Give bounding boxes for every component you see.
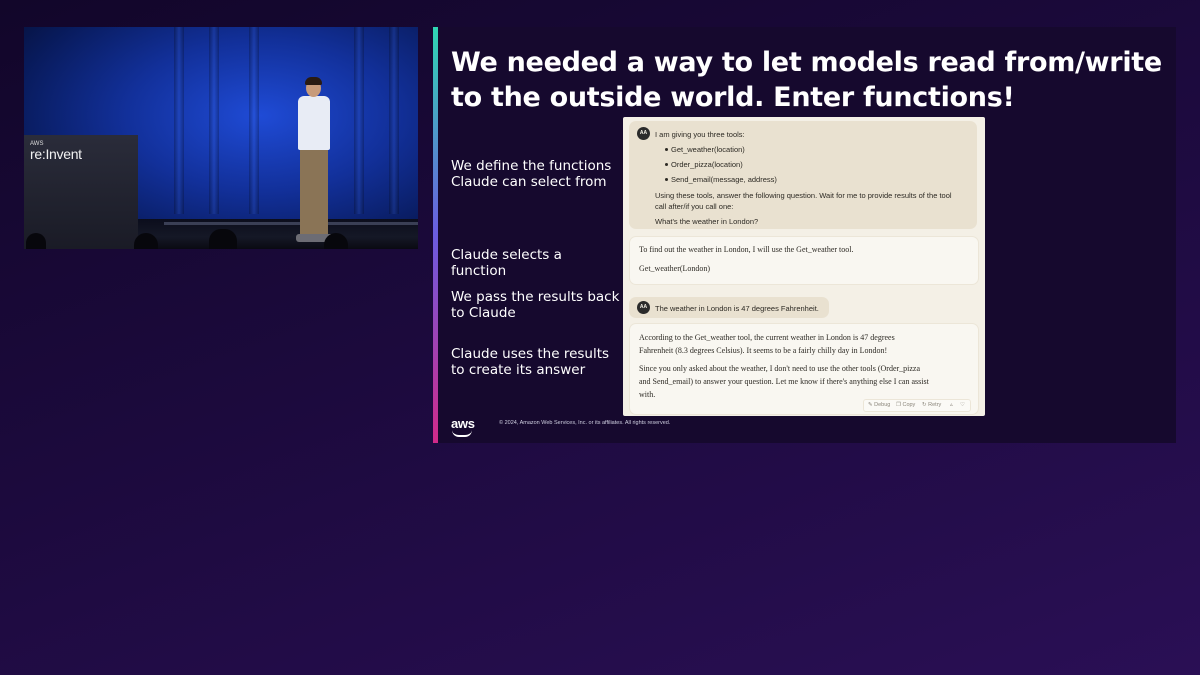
aws-smile-icon bbox=[452, 430, 472, 437]
bullet-icon bbox=[665, 178, 668, 181]
slide-accent-bar bbox=[433, 27, 438, 443]
reply-text: with. bbox=[639, 390, 656, 399]
user-avatar: AA bbox=[637, 127, 650, 140]
event-logo: re:Invent bbox=[30, 146, 82, 162]
copy-button[interactable]: ❐ Copy bbox=[896, 402, 915, 408]
debug-button[interactable]: ✎ Debug bbox=[868, 402, 890, 408]
step-pass-results: We pass the results back to Claude bbox=[451, 289, 620, 321]
prompt-question: What's the weather in London? bbox=[655, 217, 759, 226]
step-create-answer: Claude uses the results to create its an… bbox=[451, 346, 610, 378]
prompt-instruction: Using these tools, answer the following … bbox=[655, 191, 952, 200]
audience-head bbox=[26, 233, 46, 249]
slide-title: We needed a way to let models read from/… bbox=[451, 47, 1162, 113]
reply-text: According to the Get_weather tool, the c… bbox=[639, 333, 895, 342]
reply-text: To find out the weather in London, I wil… bbox=[639, 245, 854, 254]
curtain bbox=[209, 27, 219, 214]
aws-logo-text: aws bbox=[451, 416, 475, 431]
tool-item: Order_pizza(location) bbox=[671, 160, 743, 169]
prompt-instruction: call after/if you call one: bbox=[655, 202, 734, 211]
audience-head bbox=[209, 229, 237, 249]
step-define-functions: We define the functions Claude can selec… bbox=[451, 158, 612, 190]
tool-item: Send_email(message, address) bbox=[671, 175, 777, 184]
chat-window: AA I am giving you three tools: Get_weat… bbox=[623, 117, 985, 416]
reply-text: Fahrenheit (8.3 degrees Celsius). It see… bbox=[639, 346, 888, 355]
bullet-icon bbox=[665, 148, 668, 151]
tool-item: Get_weather(location) bbox=[671, 145, 745, 154]
speaker bbox=[292, 77, 338, 247]
assistant-message: To find out the weather in London, I wil… bbox=[629, 236, 979, 285]
curtain bbox=[389, 27, 399, 214]
copyright-text: © 2024, Amazon Web Services, Inc. or its… bbox=[499, 420, 671, 426]
tool-result-message: AA The weather in London is 47 degrees F… bbox=[629, 297, 829, 318]
reply-text: Since you only asked about the weather, … bbox=[639, 364, 921, 373]
curtain bbox=[174, 27, 184, 214]
stage-edge bbox=[164, 222, 418, 225]
curtain bbox=[354, 27, 364, 214]
retry-button[interactable]: ↻ Retry bbox=[922, 402, 941, 408]
tool-result-text: The weather in London is 47 degrees Fahr… bbox=[655, 304, 819, 313]
speaker-video: AWS re:Invent bbox=[24, 27, 418, 249]
curtain bbox=[249, 27, 259, 214]
user-message: AA I am giving you three tools: Get_weat… bbox=[629, 121, 977, 229]
user-avatar: AA bbox=[637, 301, 650, 314]
presentation-slide: We needed a way to let models read from/… bbox=[433, 27, 1176, 443]
aws-logo: aws bbox=[451, 416, 475, 437]
message-actions: ✎ Debug ❐ Copy ↻ Retry ▵ ♡ bbox=[863, 399, 971, 412]
reply-text: and Send_email) to answer your question.… bbox=[639, 377, 929, 386]
step-select-function: Claude selects a function bbox=[451, 247, 562, 279]
reply-function-call: Get_weather(London) bbox=[639, 264, 711, 273]
prompt-intro: I am giving you three tools: bbox=[655, 130, 745, 139]
podium: AWS re:Invent bbox=[24, 135, 138, 249]
thumbs-up-icon[interactable]: ▵ bbox=[950, 402, 953, 408]
thumbs-down-icon[interactable]: ♡ bbox=[960, 402, 965, 408]
bullet-icon bbox=[665, 163, 668, 166]
